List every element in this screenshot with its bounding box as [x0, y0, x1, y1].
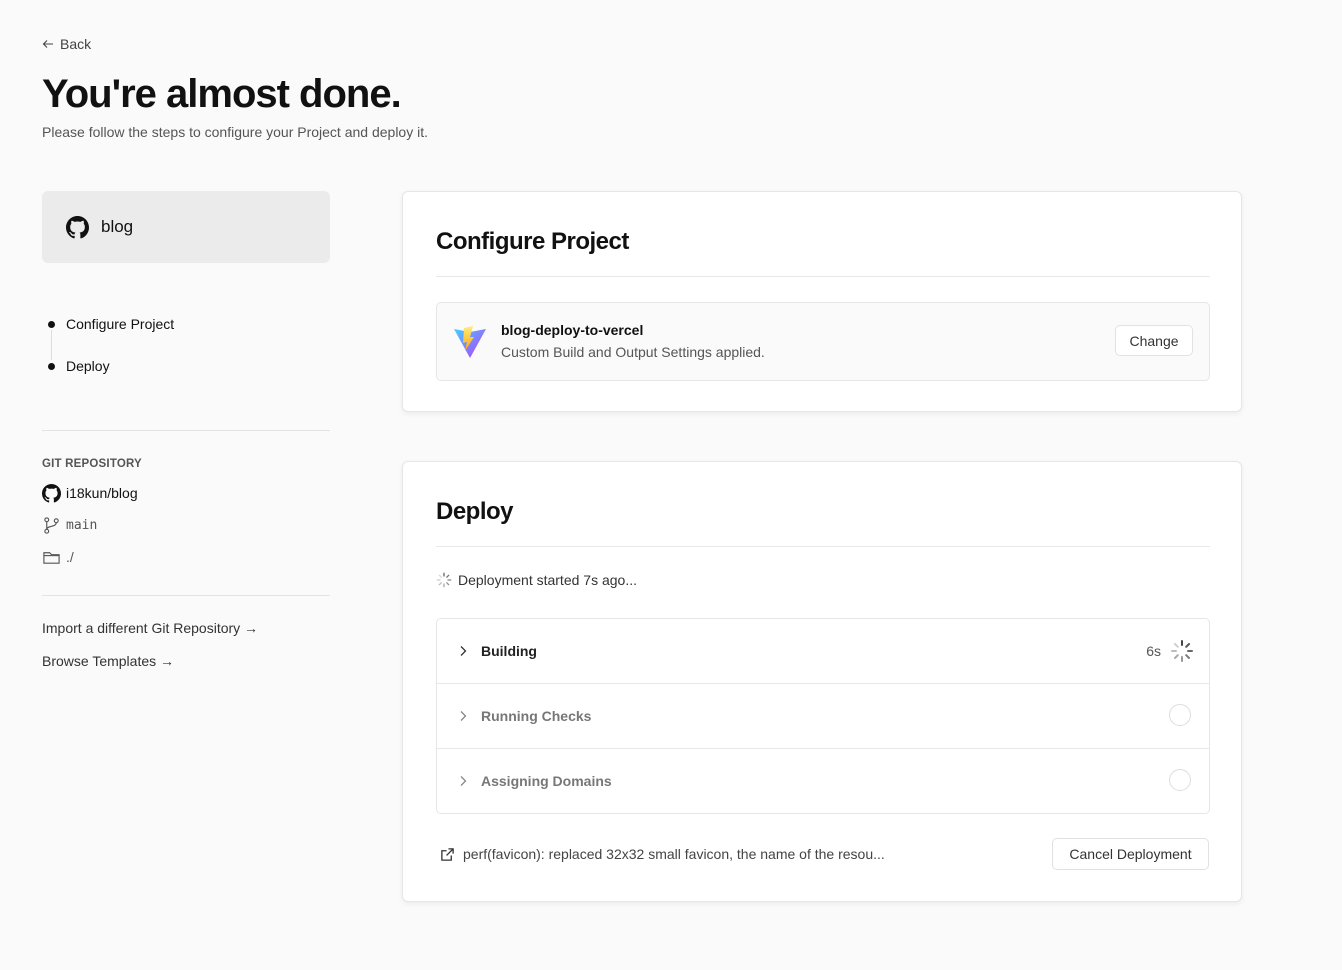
deploy-step-label: Running Checks — [481, 708, 592, 724]
preset-description: Custom Build and Output Settings applied… — [501, 344, 765, 360]
commit-message: perf(favicon): replaced 32x32 small favi… — [463, 846, 885, 862]
git-branch-name: main — [66, 517, 98, 533]
import-different-repo-link[interactable]: Import a different Git Repository → — [42, 620, 258, 642]
sidebar-links: Import a different Git Repository → Brow… — [42, 620, 258, 686]
git-root-row: ./ — [42, 547, 330, 567]
github-icon — [42, 483, 61, 503]
step-dot — [48, 362, 55, 370]
divider — [42, 595, 330, 596]
deploy-step-running-checks[interactable]: Running Checks — [437, 684, 1209, 749]
deployment-status: Deployment started 7s ago... — [436, 572, 637, 588]
step-deploy: Deploy — [42, 354, 330, 378]
step-label: Deploy — [66, 358, 110, 374]
repo-card: blog — [42, 191, 330, 263]
git-root-dir: ./ — [66, 549, 74, 565]
external-link-icon — [441, 847, 454, 861]
spinner-icon — [1171, 640, 1193, 662]
chevron-right-icon — [460, 711, 467, 721]
divider — [42, 430, 330, 431]
spinner-icon — [436, 572, 452, 588]
configure-project-card: Configure Project blog-deploy-to-vercel … — [402, 191, 1242, 412]
git-repo-row: i18kun/blog — [42, 483, 330, 503]
git-branch-row: main — [42, 515, 330, 535]
step-configure-project: Configure Project — [42, 312, 330, 336]
git-repository-section: GIT REPOSITORY i18kun/blog main ./ — [42, 458, 330, 579]
pending-circle-icon — [1169, 769, 1191, 791]
deploy-steps: Building 6s Running Checks Assigning Dom… — [436, 618, 1210, 814]
git-repo-name: i18kun/blog — [66, 485, 138, 501]
deploy-step-assigning-domains[interactable]: Assigning Domains — [437, 749, 1209, 813]
page-title: You're almost done. — [42, 72, 402, 116]
folder-icon — [43, 551, 60, 564]
browse-templates-link[interactable]: Browse Templates → — [42, 653, 258, 675]
repo-card-name: blog — [101, 217, 134, 236]
github-icon — [66, 215, 89, 238]
deployment-status-text: Deployment started 7s ago... — [458, 572, 637, 588]
step-label: Configure Project — [66, 316, 175, 332]
framework-preset: blog-deploy-to-vercel Custom Build and O… — [436, 302, 1210, 381]
vite-logo-icon — [454, 326, 486, 358]
change-button[interactable]: Change — [1115, 325, 1193, 356]
deploy-step-label: Assigning Domains — [481, 773, 612, 789]
deploy-card: Deploy Deployment started 7s ago... Buil… — [402, 461, 1242, 902]
git-repository-heading: GIT REPOSITORY — [42, 458, 142, 470]
deploy-title: Deploy — [436, 498, 514, 525]
card-divider — [436, 546, 1210, 547]
back-link[interactable]: Back — [42, 36, 91, 52]
commit-link[interactable]: perf(favicon): replaced 32x32 small favi… — [440, 846, 885, 862]
card-divider — [436, 276, 1210, 277]
preset-name: blog-deploy-to-vercel — [501, 322, 644, 338]
deploy-step-duration: 6s — [1146, 643, 1161, 659]
configure-project-title: Configure Project — [436, 228, 629, 255]
step-dot — [48, 320, 55, 328]
page-subtitle: Please follow the steps to configure you… — [42, 124, 428, 140]
chevron-right-icon — [460, 646, 467, 656]
page: Back You're almost done. Please follow t… — [0, 0, 1342, 970]
deploy-step-building[interactable]: Building 6s — [437, 619, 1209, 684]
arrow-left-icon — [42, 40, 53, 48]
back-label: Back — [60, 36, 92, 52]
git-branch-icon — [44, 516, 59, 534]
step-list: Configure Project Deploy — [42, 312, 330, 396]
deploy-step-label: Building — [481, 643, 537, 659]
chevron-right-icon — [460, 776, 467, 786]
cancel-deployment-button[interactable]: Cancel Deployment — [1052, 838, 1209, 870]
pending-circle-icon — [1169, 704, 1191, 726]
